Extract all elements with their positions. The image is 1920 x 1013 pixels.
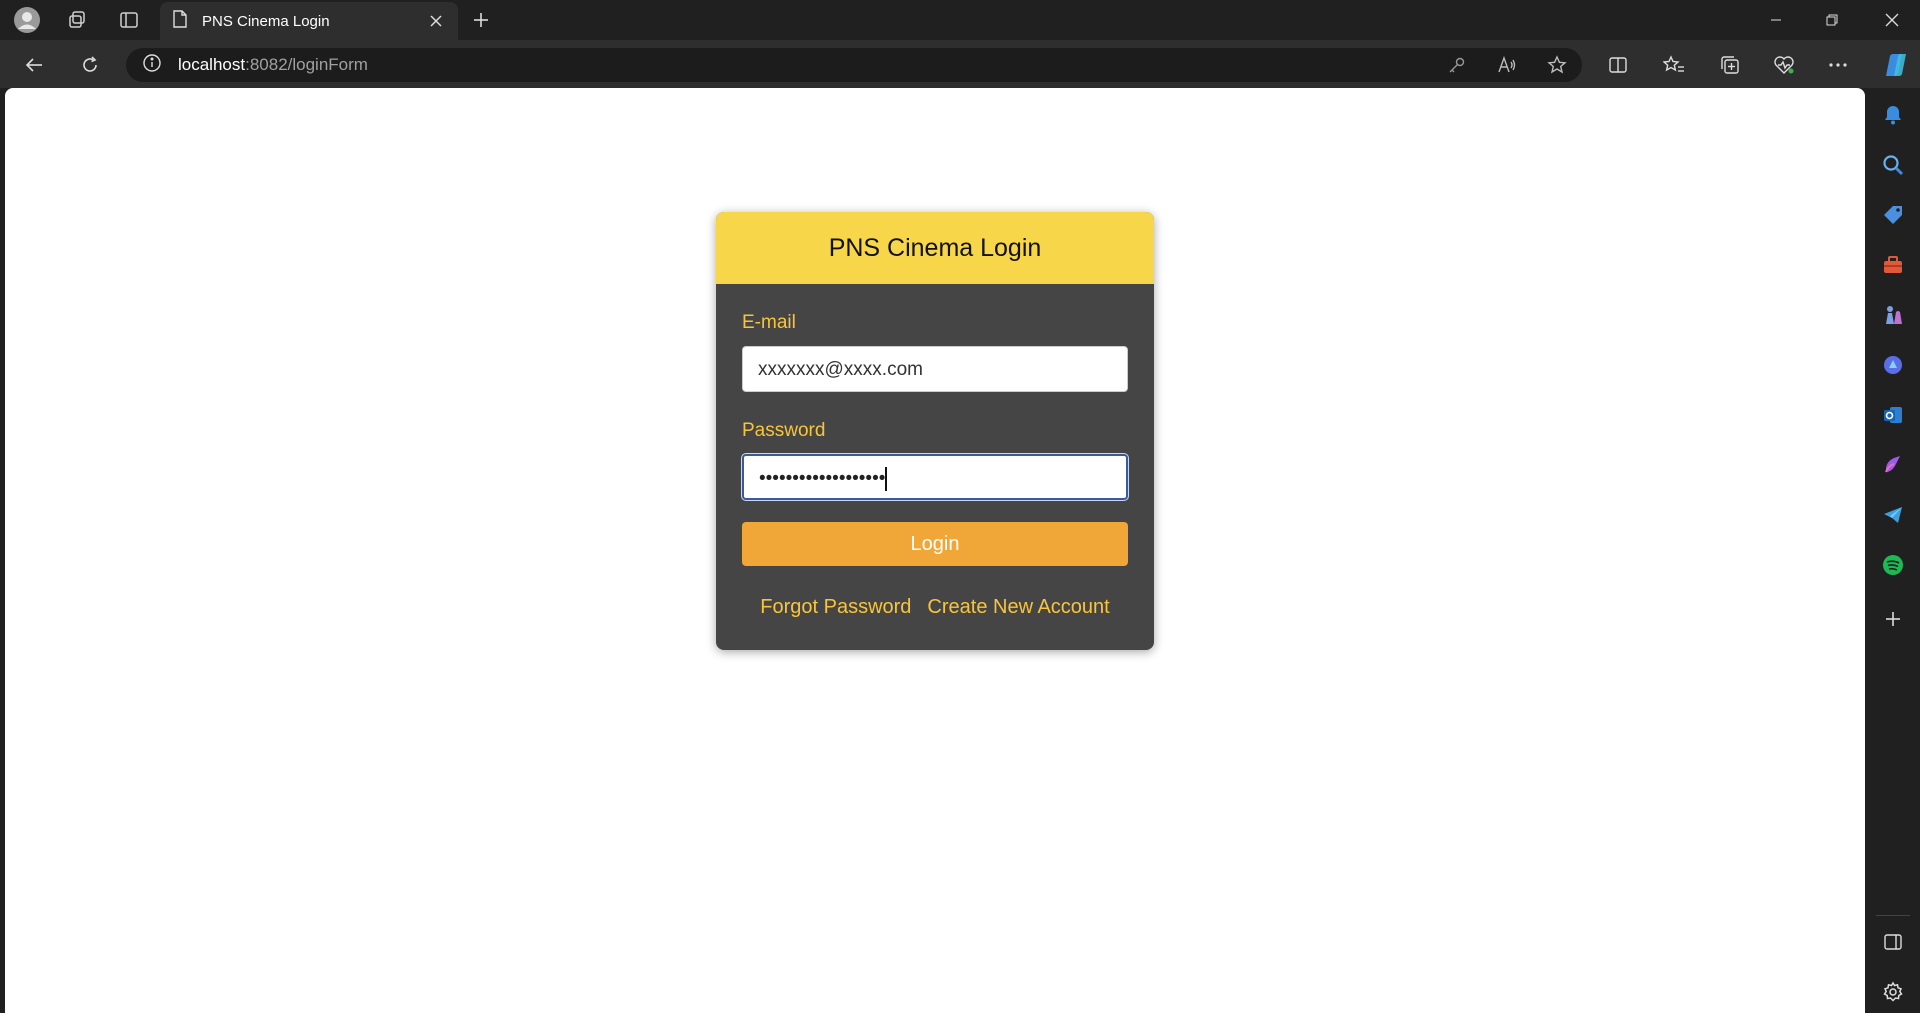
login-button[interactable]: Login (742, 522, 1128, 566)
page-title: PNS Cinema Login (828, 233, 1042, 262)
password-field[interactable]: ••••••••••••••••••• (742, 454, 1128, 500)
url-path: :8082/loginForm (245, 55, 368, 74)
notifications-bell-icon[interactable] (1879, 101, 1907, 129)
password-value: ••••••••••••••••••• (759, 468, 886, 489)
browser-toolbar: localhost:8082/loginForm (0, 40, 1920, 88)
tools-briefcase-icon[interactable] (1879, 251, 1907, 279)
edge-sidebar (1866, 88, 1920, 1013)
address-bar[interactable]: localhost:8082/loginForm (126, 48, 1582, 82)
outlook-icon[interactable] (1879, 401, 1907, 429)
close-window-icon[interactable] (1864, 0, 1920, 40)
browser-titlebar: PNS Cinema Login (0, 0, 1920, 40)
password-label: Password (742, 420, 826, 441)
create-account-link[interactable]: Create New Account (927, 596, 1109, 619)
new-tab-icon[interactable] (466, 6, 496, 34)
favorite-star-icon[interactable] (1532, 55, 1582, 75)
spotify-icon[interactable] (1879, 551, 1907, 579)
hide-sidebar-icon[interactable] (1879, 928, 1907, 956)
login-card-header: PNS Cinema Login (716, 212, 1154, 284)
address-bar-actions (1432, 48, 1582, 82)
minimize-icon[interactable] (1748, 0, 1804, 40)
restore-icon[interactable] (1804, 0, 1860, 40)
send-telegram-icon[interactable] (1879, 501, 1907, 529)
sidebar-divider (1876, 915, 1910, 916)
settings-gear-icon[interactable] (1879, 978, 1907, 1006)
tab-actions-icon[interactable] (114, 6, 144, 34)
login-form: E-mail xxxxxxx@xxxx.com Password •••••••… (716, 312, 1154, 619)
browser-essentials-icon[interactable] (1766, 49, 1802, 81)
games-chess-icon[interactable] (1879, 301, 1907, 329)
copilot-icon[interactable] (1876, 49, 1912, 81)
add-sidebar-app-icon[interactable] (1879, 605, 1907, 633)
tab-pns-cinema-login[interactable]: PNS Cinema Login (160, 2, 458, 40)
collections-icon[interactable] (1712, 49, 1748, 81)
login-card: PNS Cinema Login E-mail xxxxxxx@xxxx.com… (716, 212, 1154, 650)
search-icon[interactable] (1879, 151, 1907, 179)
designer-icon[interactable] (1879, 451, 1907, 479)
read-aloud-icon[interactable] (1482, 56, 1532, 74)
favorites-icon[interactable] (1656, 49, 1692, 81)
email-field[interactable]: xxxxxxx@xxxx.com (742, 346, 1128, 392)
split-screen-icon[interactable] (1600, 49, 1636, 81)
page-viewport: PNS Cinema Login E-mail xxxxxxx@xxxx.com… (5, 88, 1865, 1013)
forgot-password-link[interactable]: Forgot Password (760, 596, 911, 619)
shopping-tag-icon[interactable] (1879, 201, 1907, 229)
page-icon (172, 10, 188, 32)
url-host: localhost (178, 55, 246, 74)
url-text[interactable]: localhost:8082/loginForm (178, 55, 368, 75)
workspaces-icon[interactable] (62, 6, 92, 34)
site-info-icon[interactable] (142, 53, 162, 78)
tab-title: PNS Cinema Login (202, 12, 330, 30)
profile-avatar-icon[interactable] (12, 6, 42, 34)
more-options-icon[interactable] (1820, 49, 1856, 81)
email-label: E-mail (742, 312, 796, 333)
refresh-icon[interactable] (74, 49, 106, 81)
text-caret (885, 466, 888, 491)
copilot-app-icon[interactable] (1879, 351, 1907, 379)
account-links: Forgot Password Create New Account (742, 596, 1128, 619)
close-tab-icon[interactable] (426, 11, 446, 31)
back-icon[interactable] (18, 49, 50, 81)
key-icon[interactable] (1432, 56, 1482, 74)
